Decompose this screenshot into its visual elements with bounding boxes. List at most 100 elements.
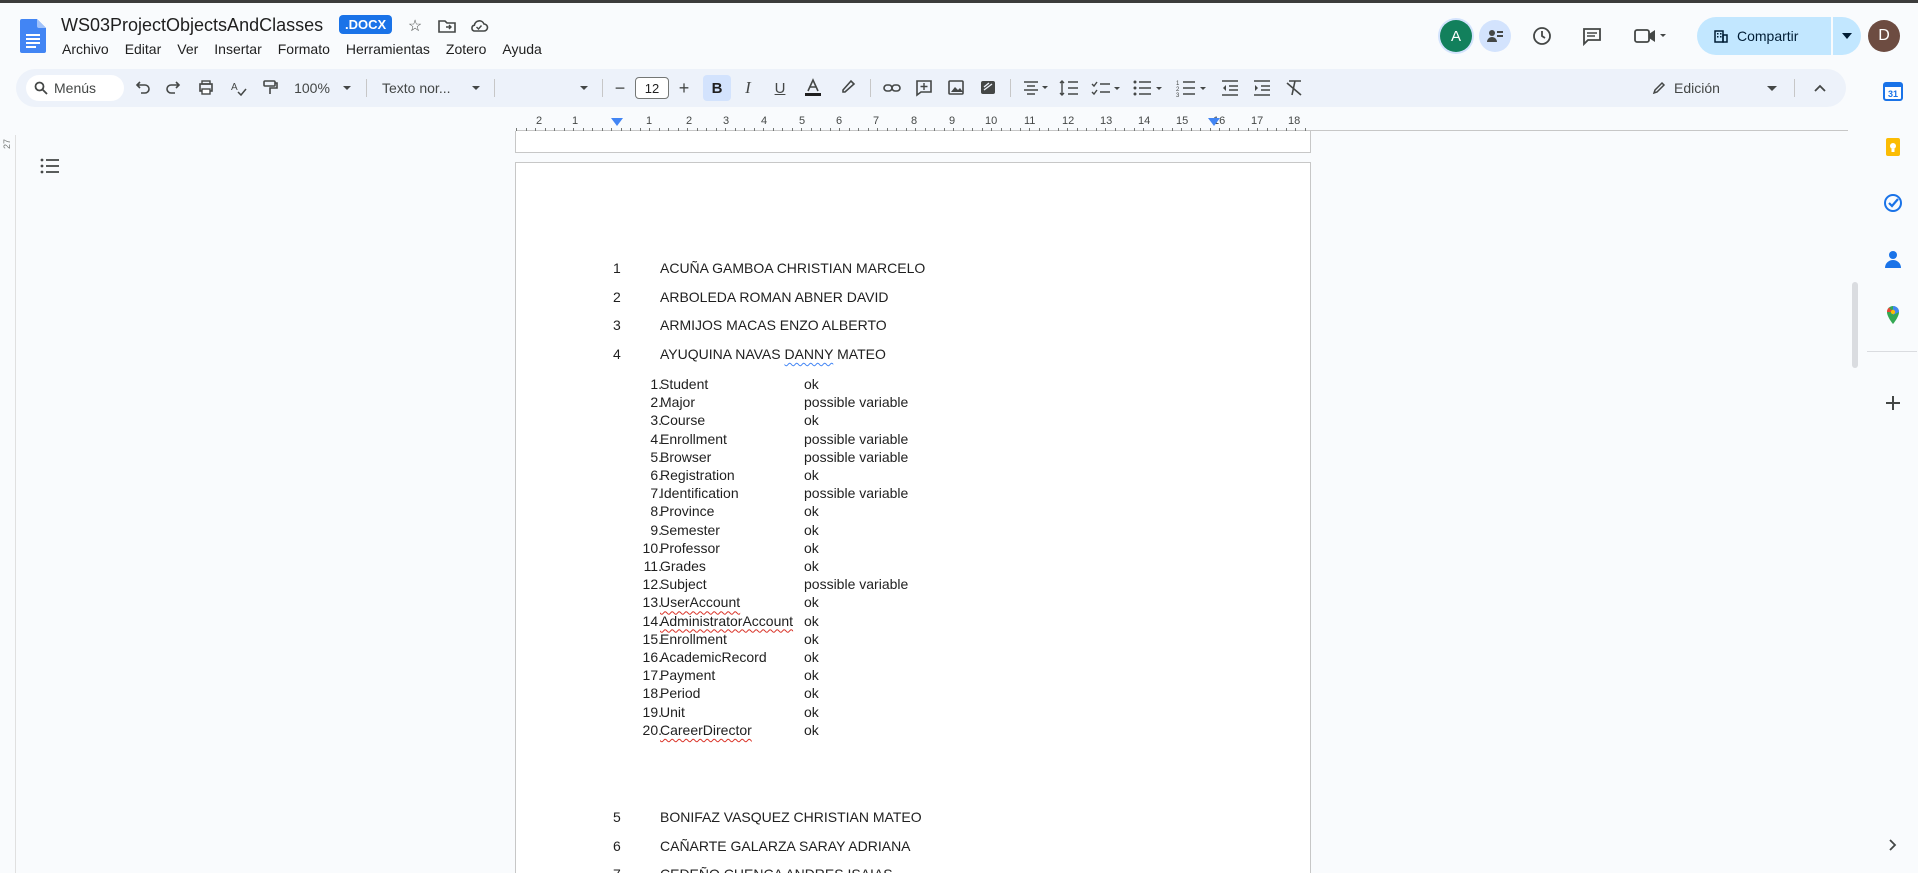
ruler-mark: 6 bbox=[836, 115, 843, 127]
class-status: ok bbox=[804, 649, 819, 665]
class-status: possible variable bbox=[804, 448, 909, 465]
vertical-scrollbar[interactable] bbox=[1852, 282, 1858, 368]
horizontal-ruler[interactable]: 2 1 1 2 3 4 5 6 7 8 9 10 11 12 13 14 15 16 17 18 bbox=[516, 112, 1312, 132]
zoom-select[interactable]: 100% bbox=[292, 69, 332, 107]
style-value: Texto nor... bbox=[382, 80, 451, 96]
tasks-icon[interactable] bbox=[1883, 193, 1903, 213]
class-name: AcademicRecord bbox=[660, 649, 767, 665]
ruler-mark: 15 bbox=[1176, 115, 1189, 127]
highlight-color-icon[interactable] bbox=[836, 69, 858, 107]
contacts-icon[interactable] bbox=[1883, 249, 1903, 269]
right-indent-marker[interactable] bbox=[1208, 118, 1220, 126]
text-color-icon[interactable] bbox=[802, 69, 824, 107]
student-name-part: AYUQUINA NAVAS bbox=[660, 346, 785, 362]
class-name[interactable]: AdministratorAccount bbox=[660, 613, 793, 629]
bold-button[interactable]: B bbox=[703, 75, 731, 101]
insert-link-icon[interactable] bbox=[882, 69, 902, 107]
account-avatar[interactable]: D bbox=[1868, 20, 1900, 52]
menu-herramientas[interactable]: Herramientas bbox=[346, 41, 437, 57]
docx-badge: .DOCX bbox=[339, 15, 393, 34]
star-icon[interactable]: ☆ bbox=[405, 16, 425, 36]
calendar-icon[interactable]: 31 bbox=[1883, 81, 1903, 101]
class-status: ok bbox=[804, 667, 819, 684]
student-name: CEDEÑO CHENCA ANDRES ISAIAS bbox=[660, 866, 893, 873]
italic-icon[interactable]: I bbox=[738, 69, 758, 107]
print-icon[interactable] bbox=[196, 69, 216, 107]
numbered-list-icon[interactable]: 123 bbox=[1176, 69, 1208, 107]
menu-ayuda[interactable]: Ayuda bbox=[502, 41, 548, 57]
zoom-value: 100% bbox=[294, 80, 330, 96]
student-name: ARMIJOS MACAS ENZO ALBERTO bbox=[660, 317, 887, 333]
insert-comment-icon[interactable] bbox=[914, 69, 934, 107]
class-name: Major bbox=[660, 394, 696, 411]
style-dropdown-icon[interactable] bbox=[471, 69, 481, 107]
class-list-number: 1. bbox=[650, 376, 662, 392]
class-list-number: 4. bbox=[650, 430, 662, 447]
smart-chips-icon[interactable] bbox=[978, 69, 998, 107]
expand-side-panel-chevron-icon[interactable] bbox=[1883, 835, 1903, 855]
increase-font-size-icon[interactable]: + bbox=[676, 69, 692, 107]
ruler-mark: 1 bbox=[572, 115, 579, 127]
underline-icon[interactable]: U bbox=[770, 69, 790, 107]
presence-icon[interactable] bbox=[1479, 20, 1511, 52]
student-number: 7 bbox=[613, 866, 621, 873]
checklist-icon[interactable] bbox=[1090, 69, 1122, 107]
decrease-indent-icon[interactable] bbox=[1220, 69, 1240, 107]
add-addon-plus-icon[interactable] bbox=[1883, 393, 1903, 413]
class-list-number: 18. bbox=[642, 685, 662, 702]
comments-icon[interactable] bbox=[1578, 22, 1606, 50]
spellcheck-icon[interactable]: A bbox=[228, 69, 248, 107]
share-dropdown-icon[interactable] bbox=[1833, 17, 1861, 55]
zoom-dropdown-icon[interactable] bbox=[342, 69, 352, 107]
docs-logo-icon[interactable] bbox=[20, 19, 46, 53]
font-dropdown-icon[interactable] bbox=[579, 69, 589, 107]
class-list-number: 7. bbox=[650, 485, 662, 502]
font-select[interactable] bbox=[506, 69, 586, 107]
move-folder-icon[interactable] bbox=[437, 16, 457, 36]
hide-menus-chevron-up-icon[interactable] bbox=[1810, 69, 1830, 107]
keep-icon[interactable] bbox=[1883, 137, 1903, 157]
align-icon[interactable] bbox=[1022, 69, 1052, 107]
grammar-flagged-word[interactable]: DANNY bbox=[784, 346, 833, 362]
font-size-input[interactable]: 12 bbox=[635, 77, 669, 99]
insert-image-icon[interactable] bbox=[946, 69, 966, 107]
bulleted-list-icon[interactable] bbox=[1132, 69, 1164, 107]
document-title[interactable]: WS03ProjectObjectsAndClasses bbox=[61, 15, 323, 36]
editing-mode-dropdown-icon[interactable] bbox=[1766, 69, 1778, 107]
version-history-icon[interactable] bbox=[1528, 22, 1556, 50]
cloud-saved-icon[interactable] bbox=[469, 16, 489, 36]
menu-zotero[interactable]: Zotero bbox=[446, 41, 493, 57]
redo-icon[interactable] bbox=[164, 69, 184, 107]
document-page[interactable]: 1 ACUÑA GAMBOA CHRISTIAN MARCELO 2 ARBOLEDA… bbox=[515, 162, 1311, 873]
ruler-mark: 17 bbox=[1251, 115, 1264, 127]
collaborator-avatar[interactable]: A bbox=[1440, 20, 1472, 52]
document-outline-icon[interactable] bbox=[38, 154, 62, 178]
share-label: Compartir bbox=[1737, 28, 1799, 44]
class-name: Payment bbox=[660, 667, 716, 684]
increase-indent-icon[interactable] bbox=[1252, 69, 1272, 107]
menu-editar[interactable]: Editar bbox=[125, 41, 169, 57]
line-spacing-icon[interactable] bbox=[1058, 69, 1080, 107]
vertical-ruler-mark: 27 bbox=[2, 138, 13, 150]
menu-insertar[interactable]: Insertar bbox=[214, 41, 268, 57]
share-button[interactable]: Compartir bbox=[1697, 17, 1831, 55]
meet-icon[interactable] bbox=[1630, 22, 1670, 50]
style-select[interactable]: Texto nor... bbox=[382, 69, 462, 107]
search-menus-button[interactable]: Menús bbox=[26, 75, 124, 101]
class-name[interactable]: UserAccount bbox=[660, 594, 740, 610]
undo-icon[interactable] bbox=[132, 69, 152, 107]
paint-format-icon[interactable] bbox=[260, 69, 280, 107]
class-name: Registration bbox=[660, 467, 735, 483]
class-name[interactable]: CareerDirector bbox=[660, 722, 752, 738]
toolbar-divider bbox=[366, 79, 367, 97]
class-status: ok bbox=[804, 467, 819, 483]
menu-ver[interactable]: Ver bbox=[177, 41, 205, 57]
menu-archivo[interactable]: Archivo bbox=[62, 41, 116, 57]
editing-mode-select[interactable]: Edición bbox=[1652, 69, 1762, 107]
class-name: Enrollment bbox=[660, 430, 727, 447]
decrease-font-size-icon[interactable]: − bbox=[612, 69, 628, 107]
left-indent-marker[interactable] bbox=[611, 118, 623, 126]
clear-formatting-icon[interactable] bbox=[1284, 69, 1304, 107]
maps-icon[interactable] bbox=[1883, 305, 1903, 325]
menu-formato[interactable]: Formato bbox=[278, 41, 337, 57]
